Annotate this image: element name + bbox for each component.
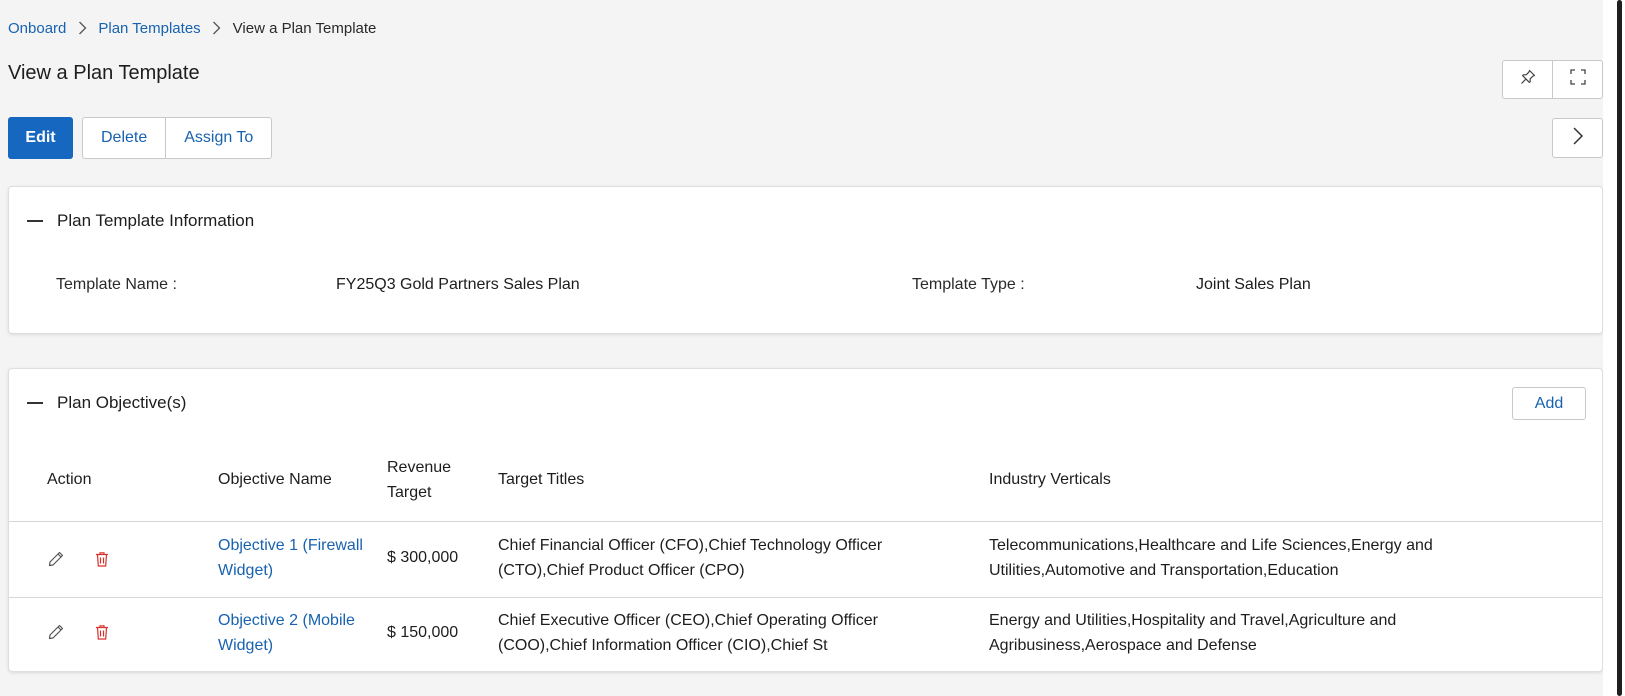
section-header: Plan Objective(s) (27, 393, 186, 413)
target-titles-cell: Chief Executive Officer (CEO),Chief Oper… (498, 608, 878, 658)
breadcrumb-onboard[interactable]: Onboard (8, 20, 66, 37)
objective-name-link[interactable]: Objective 1 (Firewall Widget) (218, 533, 363, 583)
industry-verticals-line1: Telecommunications,Healthcare and Life S… (989, 537, 1433, 554)
column-header-revenue-target: Revenue Target (387, 455, 451, 505)
industry-verticals-cell: Telecommunications,Healthcare and Life S… (989, 533, 1433, 583)
revenue-target-cell: $ 300,000 (387, 549, 459, 566)
objective-name-line1: Objective 1 (Firewall (218, 537, 363, 554)
template-name-label: Template Name : (56, 276, 177, 293)
industry-verticals-cell: Energy and Utilities,Hospitality and Tra… (989, 608, 1396, 658)
fullscreen-button[interactable] (1552, 61, 1602, 98)
section-title: Plan Objective(s) (57, 393, 187, 412)
utility-button-group (1502, 60, 1603, 99)
column-header-target-titles: Target Titles (498, 471, 585, 488)
scrollbar-thumb[interactable] (1617, 0, 1622, 696)
trash-icon[interactable] (92, 622, 112, 642)
action-button-group: Delete Assign To (82, 117, 273, 159)
page-title: View a Plan Template (8, 62, 200, 84)
breadcrumb-plan-templates[interactable]: Plan Templates (98, 20, 200, 37)
plan-template-information-card: Plan Template Information Template Name … (8, 186, 1603, 334)
industry-verticals-line2: Utilities,Automotive and Transportation,… (989, 562, 1339, 579)
minus-icon[interactable] (27, 220, 43, 222)
section-title: Plan Template Information (57, 211, 255, 230)
section-header: Plan Template Information (27, 211, 254, 231)
pin-button[interactable] (1503, 61, 1552, 98)
template-type-label: Template Type : (912, 276, 1025, 293)
industry-verticals-line2: Agribusiness,Aerospace and Defense (989, 637, 1257, 654)
next-button[interactable] (1552, 118, 1603, 158)
target-titles-cell: Chief Financial Officer (CFO),Chief Tech… (498, 533, 882, 583)
target-titles-line1: Chief Executive Officer (CEO),Chief Oper… (498, 612, 878, 629)
template-type-value: Joint Sales Plan (1196, 276, 1311, 293)
column-header-revenue-target-line1: Revenue (387, 459, 452, 476)
target-titles-line2: (CTO),Chief Product Officer (CPO) (498, 562, 745, 579)
scrollbar[interactable] (1603, 0, 1625, 696)
minus-icon[interactable] (27, 402, 43, 404)
column-header-industry-verticals: Industry Verticals (989, 471, 1111, 488)
industry-verticals-line1: Energy and Utilities,Hospitality and Tra… (989, 612, 1397, 629)
expand-icon (1569, 68, 1587, 91)
pin-icon (1519, 68, 1537, 91)
objective-name-link[interactable]: Objective 2 (Mobile Widget) (218, 608, 355, 658)
template-name-value: FY25Q3 Gold Partners Sales Plan (336, 276, 580, 293)
trash-icon[interactable] (92, 549, 112, 569)
add-objective-button[interactable]: Add (1512, 387, 1586, 420)
edit-button[interactable]: Edit (8, 117, 73, 159)
table-divider (9, 521, 1602, 522)
objective-name-line1: Objective 2 (Mobile (218, 612, 355, 629)
column-header-action: Action (47, 471, 92, 488)
assign-to-button[interactable]: Assign To (165, 118, 271, 158)
table-divider (9, 597, 1602, 598)
target-titles-line2: (COO),Chief Information Officer (CIO),Ch… (498, 637, 828, 654)
chevron-right-icon (201, 21, 233, 35)
pencil-icon[interactable] (46, 622, 66, 642)
column-header-revenue-target-line2: Target (387, 484, 432, 501)
target-titles-line1: Chief Financial Officer (CFO),Chief Tech… (498, 537, 883, 554)
chevron-right-icon (1572, 126, 1584, 151)
plan-objectives-card: Plan Objective(s) Add Action Objective N… (8, 368, 1603, 672)
revenue-target-cell: $ 150,000 (387, 624, 459, 641)
column-header-objective-name: Objective Name (218, 471, 332, 488)
chevron-right-icon (66, 21, 98, 35)
pencil-icon[interactable] (46, 549, 66, 569)
objective-name-line2: Widget) (218, 562, 274, 579)
delete-button[interactable]: Delete (83, 118, 165, 158)
breadcrumb-current: View a Plan Template (232, 19, 377, 37)
breadcrumb: Onboard Plan Templates View a Plan Templ… (8, 18, 376, 38)
objective-name-line2: Widget) (218, 637, 274, 654)
